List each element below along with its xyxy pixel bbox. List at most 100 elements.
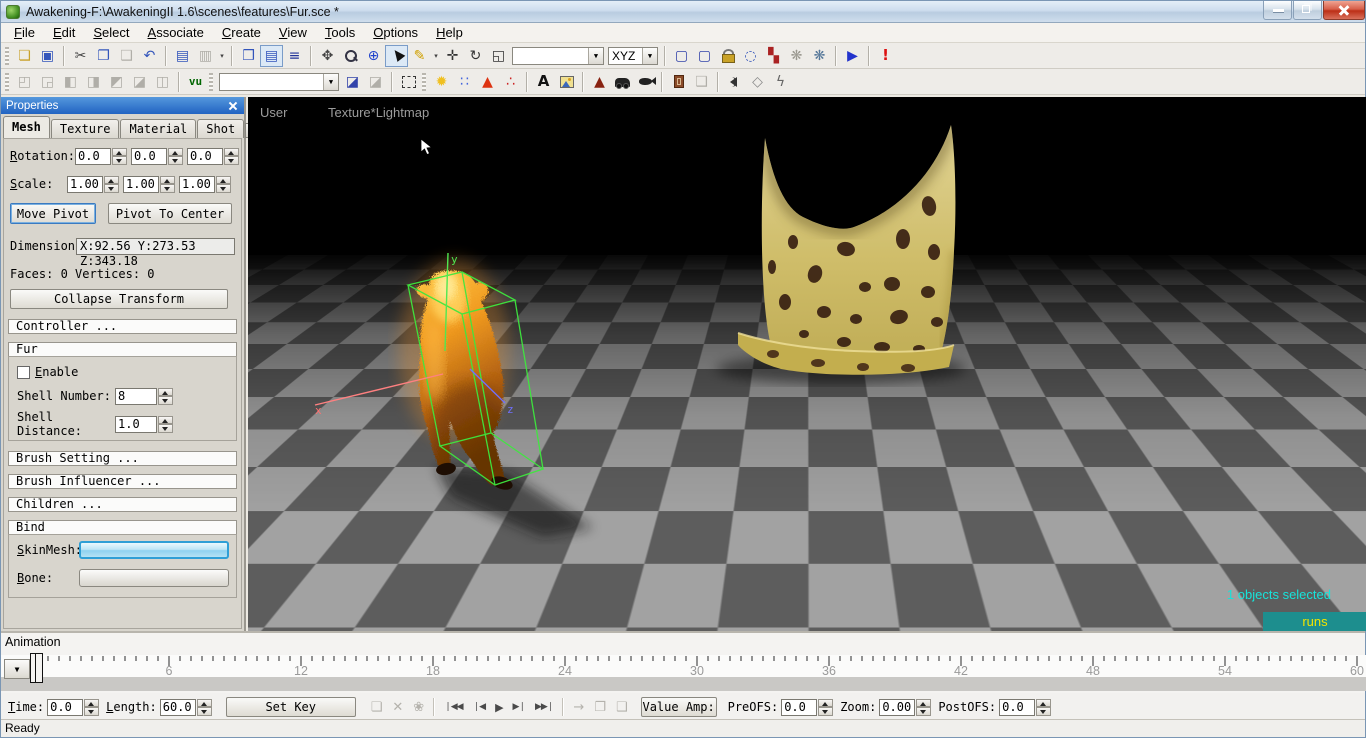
toolbar1-grip[interactable]: [5, 47, 9, 65]
track-dropdown-button[interactable]: ▼: [4, 659, 30, 679]
toolbar2b-grip[interactable]: [209, 73, 213, 91]
lock-icon[interactable]: [716, 45, 739, 67]
door-icon[interactable]: [667, 71, 690, 93]
preofs-field[interactable]: [781, 699, 817, 716]
scale-y-down[interactable]: [160, 184, 175, 193]
go-first-button[interactable]: ❘◀◀: [444, 702, 462, 712]
axis-combo[interactable]: XYZ▼: [608, 47, 658, 65]
text-icon[interactable]: A: [532, 71, 555, 93]
play-button[interactable]: ▶: [495, 701, 502, 714]
scale-x-down[interactable]: [104, 184, 119, 193]
collapse-transform-button[interactable]: Collapse Transform: [10, 289, 228, 309]
zoom-icon[interactable]: [339, 45, 362, 67]
controller-group-header[interactable]: Controller ...: [8, 319, 237, 334]
tab-mesh[interactable]: Mesh: [3, 116, 50, 138]
selection-filter-combo[interactable]: ▼: [512, 47, 604, 65]
car-icon[interactable]: [611, 71, 634, 93]
brush-influencer-group-header[interactable]: Brush Influencer ...: [8, 474, 237, 489]
children-group-header[interactable]: Children ...: [8, 497, 237, 512]
fur-group-header[interactable]: Fur: [8, 342, 237, 357]
postofs-up[interactable]: [1036, 699, 1051, 708]
length-up[interactable]: [197, 699, 212, 708]
rotation-z-field[interactable]: [187, 148, 223, 165]
actor-icon[interactable]: ϟ: [769, 71, 792, 93]
prism-icon[interactable]: ◇: [746, 71, 769, 93]
skinmesh-button[interactable]: [79, 541, 229, 559]
value-amp-button[interactable]: Value Amp:: [641, 697, 717, 717]
brush-setting-group-header[interactable]: Brush Setting ...: [8, 451, 237, 466]
bone-button[interactable]: [79, 569, 229, 587]
local-box-icon[interactable]: ▢: [670, 45, 693, 67]
region-icon[interactable]: ◌: [739, 45, 762, 67]
scale-z-field[interactable]: [179, 176, 215, 193]
select-icon[interactable]: [385, 45, 408, 67]
shell-number-down[interactable]: [158, 396, 173, 405]
marquee-icon[interactable]: [397, 71, 420, 93]
clear-keys-icon[interactable]: ❀: [413, 700, 424, 715]
toolbar2c-grip[interactable]: [422, 73, 426, 91]
world-box-icon[interactable]: ▢: [693, 45, 716, 67]
menu-options[interactable]: Options: [364, 24, 427, 41]
play-icon[interactable]: ▶: [841, 45, 864, 67]
object-type-combo[interactable]: ▼: [219, 73, 339, 91]
rotation-z-down[interactable]: [224, 156, 239, 165]
time-up[interactable]: [84, 699, 99, 708]
rotation-x-up[interactable]: [112, 148, 127, 157]
terrain-icon[interactable]: ▲: [588, 71, 611, 93]
tab-texture[interactable]: Texture: [51, 119, 120, 138]
menu-help[interactable]: Help: [427, 24, 472, 41]
outline-icon[interactable]: ≡: [283, 45, 306, 67]
flag-icon[interactable]: ▚: [762, 45, 785, 67]
delete-key-icon[interactable]: ✕: [392, 700, 403, 715]
fish-icon[interactable]: [634, 71, 657, 93]
properties-title-bar[interactable]: Properties: [1, 97, 244, 114]
pan-icon[interactable]: ✥: [316, 45, 339, 67]
zoom-up[interactable]: [916, 699, 931, 708]
postofs-field[interactable]: [999, 699, 1035, 716]
restore-button[interactable]: [1293, 1, 1322, 20]
menu-edit[interactable]: Edit: [44, 24, 84, 41]
rotation-z-up[interactable]: [224, 148, 239, 157]
render-icon[interactable]: ▤: [171, 45, 194, 67]
layers-icon[interactable]: ❒: [237, 45, 260, 67]
tab-shot[interactable]: Shot: [197, 119, 244, 138]
paste-key-icon[interactable]: ❑: [616, 700, 628, 715]
brush-icon[interactable]: ✎: [408, 45, 431, 67]
shell-distance-up[interactable]: [158, 416, 173, 425]
go-last-button[interactable]: ▶▶❘: [535, 702, 553, 712]
rotation-y-up[interactable]: [168, 148, 183, 157]
next-frame-button[interactable]: ▶❘: [513, 702, 525, 712]
prev-frame-button[interactable]: ❘◀: [473, 702, 485, 712]
copy-key-icon[interactable]: ❐: [594, 700, 606, 715]
viewport-view-label[interactable]: User: [260, 105, 287, 120]
debug-icon[interactable]: !: [874, 45, 897, 67]
rotation-y-down[interactable]: [168, 156, 183, 165]
light-icon[interactable]: ✹: [430, 71, 453, 93]
copy-icon[interactable]: ❐: [92, 45, 115, 67]
goto-key-icon[interactable]: →: [573, 700, 584, 715]
rotate-icon[interactable]: ↻: [464, 45, 487, 67]
pivot-to-center-button[interactable]: Pivot To Center: [108, 203, 232, 224]
rotation-y-field[interactable]: [131, 148, 167, 165]
length-field[interactable]: [160, 699, 196, 716]
add-key-icon[interactable]: ❏: [371, 700, 383, 715]
undo-icon[interactable]: ↶: [138, 45, 161, 67]
brush-icon-caret[interactable]: ▾: [431, 45, 441, 67]
fire-icon[interactable]: ▲: [476, 71, 499, 93]
title-bar[interactable]: Awakening-F:\AwakeningII 1.6\scenes\feat…: [1, 1, 1365, 23]
fur-enable-checkbox[interactable]: [17, 366, 30, 379]
scale-x-up[interactable]: [104, 176, 119, 185]
shell-distance-field[interactable]: [115, 416, 157, 433]
export-icon-caret[interactable]: ▾: [217, 45, 227, 67]
move-icon[interactable]: ✛: [441, 45, 464, 67]
minimize-button[interactable]: [1263, 1, 1292, 20]
sound-icon[interactable]: [723, 71, 746, 93]
web-eye-icon[interactable]: ❋: [808, 45, 831, 67]
rotation-x-field[interactable]: [75, 148, 111, 165]
rotation-x-down[interactable]: [112, 156, 127, 165]
open-icon[interactable]: ❏: [13, 45, 36, 67]
leopard-cloth[interactable]: [738, 116, 963, 375]
properties-toggle-icon[interactable]: ▤: [260, 45, 283, 67]
menu-create[interactable]: Create: [213, 24, 270, 41]
orbit-icon[interactable]: ⊕: [362, 45, 385, 67]
